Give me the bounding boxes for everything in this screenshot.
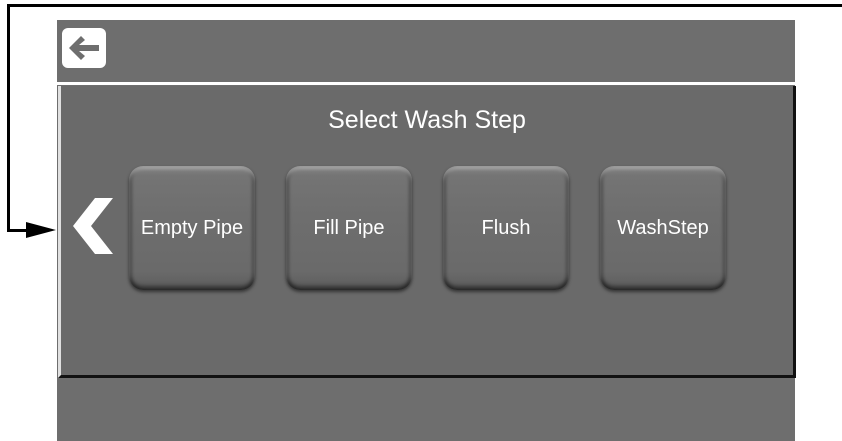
- step-button-flush[interactable]: Flush: [443, 166, 569, 290]
- step-button-label: WashStep: [617, 216, 709, 239]
- annotation-arrow-icon: [26, 222, 56, 238]
- step-button-fill-pipe[interactable]: Fill Pipe: [286, 166, 412, 290]
- chevron-left-icon: [73, 198, 113, 254]
- step-button-empty-pipe[interactable]: Empty Pipe: [129, 166, 255, 290]
- annotation-line-left: [7, 4, 10, 232]
- arrow-left-icon: [69, 36, 99, 60]
- step-button-label: Fill Pipe: [313, 216, 385, 239]
- step-button-label: Empty Pipe: [140, 216, 244, 239]
- back-button[interactable]: [62, 28, 106, 68]
- annotation-line-top: [7, 4, 842, 7]
- wash-step-panel: Select Wash Step Empty Pipe Fill Pipe Fl…: [58, 86, 796, 378]
- page-root: Select Wash Step Empty Pipe Fill Pipe Fl…: [0, 0, 842, 441]
- panel-title: Select Wash Step: [328, 106, 526, 134]
- device-screen: Select Wash Step Empty Pipe Fill Pipe Fl…: [57, 20, 796, 441]
- step-button-washstep[interactable]: WashStep: [600, 166, 726, 290]
- step-button-label: Flush: [481, 216, 531, 239]
- previous-page-button[interactable]: [73, 198, 117, 254]
- header-divider: [57, 82, 795, 85]
